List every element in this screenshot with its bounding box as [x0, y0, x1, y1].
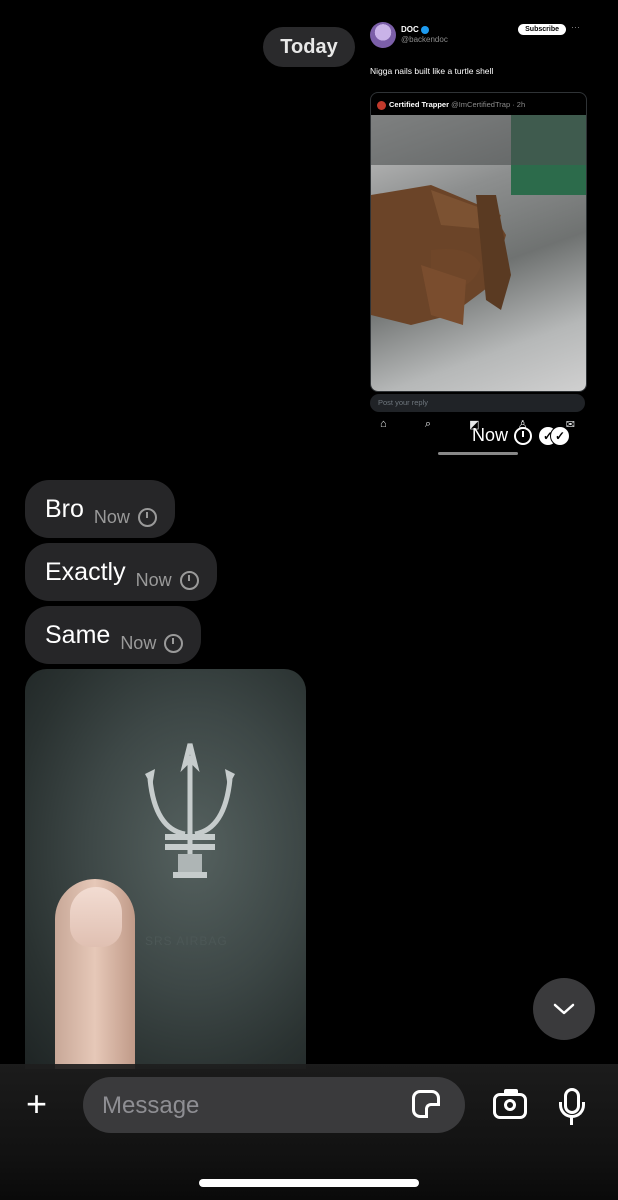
tweet-header: DOC @backendoc Subscribe ··· [370, 22, 586, 62]
scroll-down-button[interactable] [533, 978, 595, 1040]
message-bubble[interactable]: Same Now [25, 606, 202, 664]
author-avatar [370, 22, 396, 48]
pending-clock-icon [137, 507, 157, 527]
quote-handle: @ImCertifiedTrap · 2h [451, 100, 526, 109]
screenshot-meta: Now ✓ ✓ [472, 425, 571, 446]
sticker-icon[interactable] [412, 1090, 440, 1118]
hand-holding-nail-image [371, 115, 586, 325]
message-meta: Now [136, 570, 199, 591]
camera-icon[interactable] [493, 1089, 527, 1119]
message-time: Now [135, 569, 172, 590]
screenshot-home-indicator [438, 452, 518, 455]
chevron-down-icon [553, 1003, 575, 1015]
message-input[interactable]: Message [83, 1077, 465, 1133]
home-indicator[interactable] [199, 1179, 419, 1187]
author-handle: @backendoc [401, 35, 448, 44]
message-text: Bro [45, 494, 84, 523]
more-icon: ··· [571, 22, 580, 32]
photo-message[interactable]: SRS AIRBAG [25, 669, 306, 1069]
message-time: Now [93, 506, 130, 527]
quote-author: Certified Trapper [389, 100, 450, 109]
message-text: Same [45, 620, 111, 649]
pending-clock-icon [179, 570, 199, 590]
date-divider: Today [263, 27, 355, 67]
message-meta: Now [120, 632, 184, 654]
message-meta: Now [94, 507, 157, 528]
microphone-stem [570, 1117, 573, 1125]
reply-input: Post your reply [370, 394, 585, 412]
message-text: Exactly [45, 557, 126, 586]
add-attachment-button[interactable]: + [26, 1086, 47, 1122]
quoted-tweet: Certified Trapper @ImCertifiedTrap · 2h [370, 92, 587, 392]
shared-tweet-screenshot[interactable]: DOC @backendoc Subscribe ··· Nigga nails… [363, 8, 592, 458]
subscribe-button: Subscribe [518, 24, 566, 35]
verified-badge-icon [420, 25, 429, 34]
message-placeholder: Message [102, 1092, 200, 1119]
quote-avatar [377, 100, 386, 110]
search-icon: ⌕ [424, 418, 431, 430]
message-time: Now [120, 632, 157, 653]
message-bubble[interactable]: Bro Now [25, 480, 175, 538]
maserati-trident-logo [145, 743, 235, 878]
pending-clock-icon [164, 633, 184, 653]
author-name: DOC [401, 25, 429, 34]
quote-header: Certified Trapper @ImCertifiedTrap · 2h [377, 100, 525, 110]
read-receipt-icon: ✓ ✓ [538, 425, 571, 446]
message-bubble[interactable]: Exactly Now [25, 543, 217, 601]
pending-clock-icon [514, 426, 533, 445]
message-time: Now [472, 425, 509, 445]
embossed-text: SRS AIRBAG [145, 934, 228, 948]
tweet-text: Nigga nails built like a turtle shell [370, 66, 494, 76]
quote-photo [371, 115, 586, 391]
thumbnail-nail [70, 887, 122, 947]
home-icon: ⌂ [380, 418, 387, 430]
